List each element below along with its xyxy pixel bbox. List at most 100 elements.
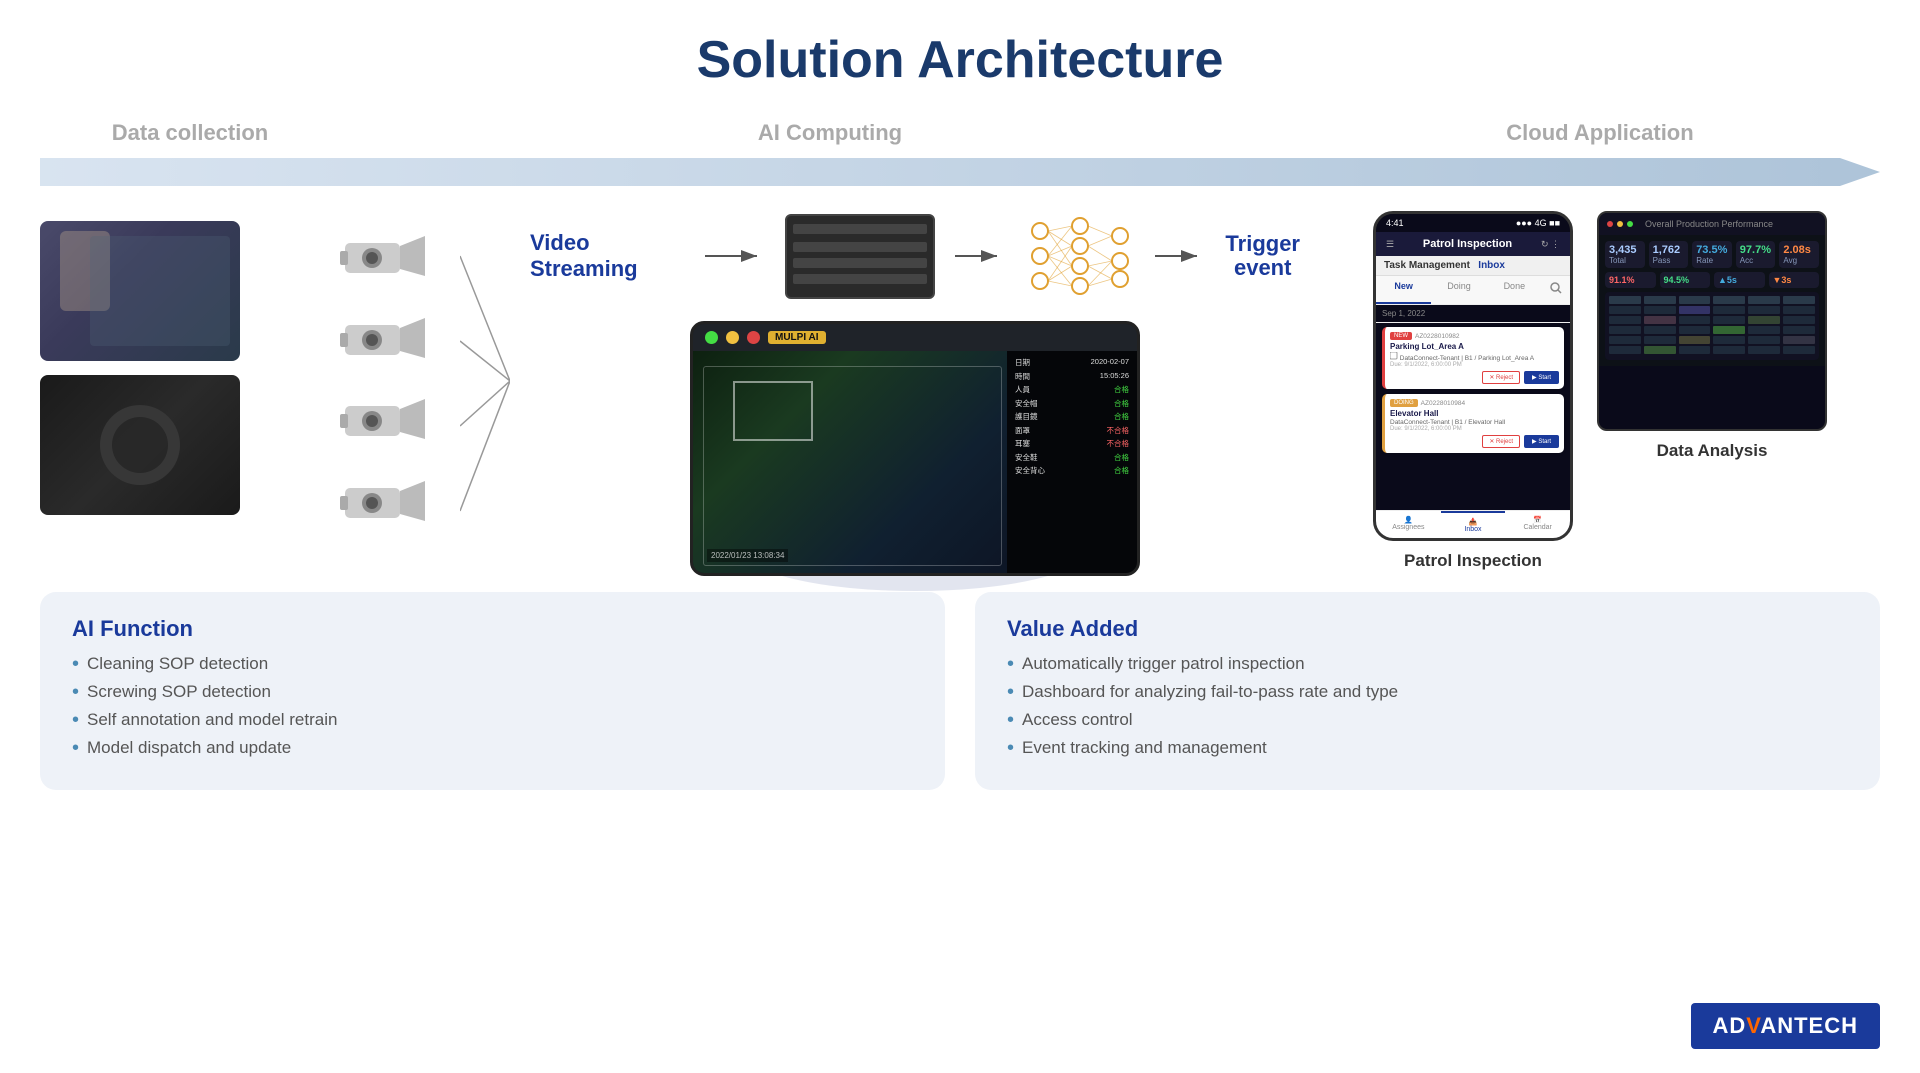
va-item-4: Event tracking and management [1007,738,1848,758]
db-metric-6: 91.1% [1605,272,1656,288]
db-td-4-2 [1644,336,1676,344]
db-metric-label-3: Rate [1696,256,1728,265]
top-mid-row: Video Streaming [530,211,1300,301]
neural-network-icon [1025,211,1135,301]
video-timestamp: 2022/01/23 13:08:34 [707,549,788,562]
task1-start-button[interactable]: ▶ Start [1524,371,1559,384]
phone-tab-doing[interactable]: Doing [1431,276,1486,304]
db-th-3 [1679,296,1711,304]
db-td-2-3 [1679,316,1711,324]
phone-header: ☰ Patrol Inspection ↻ ⋮ [1376,232,1570,256]
db-row-4 [1609,336,1815,344]
db-metric-val-7: 94.5% [1664,275,1707,285]
label-mask: 面罩 [1015,425,1030,436]
advantech-accent: V [1746,1013,1760,1038]
data-analysis-label: Data Analysis [1657,441,1768,461]
patrol-inspection-column: 4:41 ●●● 4G ■■ ☰ Patrol Inspection ↻ ⋮ T… [1373,211,1573,571]
info-row-helmet: 安全帽 合格 [1015,398,1129,409]
val-shoes: 合格 [1114,452,1129,463]
phone-nav-inbox[interactable]: 📥Inbox [1441,511,1506,538]
camera-icons-column [340,211,460,551]
task2-status-badge: DOING [1390,399,1418,407]
info-row-vest: 安全背心 合格 [1015,465,1129,476]
val-mask: 不合格 [1107,425,1130,436]
val-goggles: 合格 [1114,411,1129,422]
task2-loc: DataConnect-Tenant | B1 / Elevator Hall [1390,419,1559,426]
dot-yellow [726,331,739,344]
db-td-3-2 [1644,326,1676,334]
db-td-1-5 [1748,306,1780,314]
phone-nav-calendar[interactable]: 📅Calendar [1505,511,1570,538]
cameras-column [40,211,340,529]
info-row-time: 時間 15:05:26 [1015,371,1129,382]
photo-tire-figure [100,405,180,485]
db-td-5-1 [1609,346,1641,354]
camera-icon-1 [340,231,460,286]
right-section: 4:41 ●●● 4G ■■ ☰ Patrol Inspection ↻ ⋮ T… [1320,211,1880,571]
db-metric-4: 97.7% Acc [1736,241,1776,268]
phone-time: 4:41 [1386,218,1404,228]
phone-bottom-nav: 👤Assignees 📥Inbox 📅Calendar [1376,510,1570,538]
task2-name: Elevator Hall [1390,409,1559,418]
task2-id: AZ0228010984 [1421,400,1465,407]
camera-icon-4 [340,476,460,531]
phone-status-bar: 4:41 ●●● 4G ■■ [1376,214,1570,232]
inbox-icon: 📥 [1441,518,1506,526]
flow-arrow [40,154,1880,190]
db-td-5-4 [1713,346,1745,354]
db-td-3-3 [1679,326,1711,334]
screen-body: 2022/01/23 13:08:34 日期 2020-02-07 時間 15:… [693,351,1137,576]
dot-green [705,331,718,344]
label-person: 人員 [1015,384,1030,395]
task1-name: Parking Lot_Area A [1390,342,1559,351]
screen-wrapper: MULPI AI 2022/01/23 13:08:34 日期 [675,321,1155,576]
db-metric-val-1: 3,435 [1609,244,1641,256]
db-th-6 [1783,296,1815,304]
task2-reject-button[interactable]: ✕ Reject [1482,435,1520,448]
mulpi-badge: MULPI AI [768,331,826,344]
db-metric-7: 94.5% [1660,272,1711,288]
camera-icon-3 [340,394,460,449]
phone-menu-icon: ☰ [1386,239,1394,250]
db-td-5-3 [1679,346,1711,354]
db-metric-val-2: 1,762 [1653,244,1685,256]
phone-search-icon[interactable] [1542,276,1570,304]
db-td-1-3 [1679,306,1711,314]
db-td-1-6 [1783,306,1815,314]
phone-tab-done[interactable]: Done [1487,276,1542,304]
page-title: Solution Architecture [40,20,1880,90]
phone-tab-new[interactable]: New [1376,276,1431,304]
db-td-5-2 [1644,346,1676,354]
task1-id: AZ0228010982 [1415,333,1459,340]
db-th-2 [1644,296,1676,304]
db-td-1-1 [1609,306,1641,314]
db-metric-val-4: 97.7% [1740,244,1772,256]
val-helmet: 合格 [1114,398,1129,409]
db-metric-1: 3,435 Total [1605,241,1645,268]
patrol-inspection-label: Patrol Inspection [1404,551,1542,571]
va-item-1: Automatically trigger patrol inspection [1007,654,1848,674]
db-td-5-6 [1783,346,1815,354]
ai-item-4: Model dispatch and update [72,738,913,758]
connection-lines-left [460,211,510,551]
info-row-date: 日期 2020-02-07 [1015,357,1129,368]
arrow-to-server [705,241,765,271]
info-row-shoes: 安全鞋 合格 [1015,452,1129,463]
db-td-2-4 [1713,316,1745,324]
phone-tabs-row: New Doing Done [1376,276,1570,305]
arrow-to-trigger [1155,241,1205,271]
phone-icons: ↻ ⋮ [1541,239,1560,250]
db-dot-red [1607,221,1613,227]
info-row-person: 人員 合格 [1015,384,1129,395]
info-row-goggles: 護目鏡 合格 [1015,411,1129,422]
video-streaming-label: Video Streaming [530,230,685,282]
label-vest: 安全背心 [1015,465,1045,476]
section-label-ai-computing: AI Computing [340,120,1320,146]
db-td-4-5 [1748,336,1780,344]
task-card-1: NEW AZ0228010982 Parking Lot_Area A Data… [1382,327,1564,389]
task2-start-button[interactable]: ▶ Start [1524,435,1559,448]
ai-function-title: AI Function [72,616,913,642]
task1-reject-button[interactable]: ✕ Reject [1482,371,1520,384]
val-earplug: 不合格 [1107,438,1130,449]
phone-nav-assignees[interactable]: 👤Assignees [1376,511,1441,538]
